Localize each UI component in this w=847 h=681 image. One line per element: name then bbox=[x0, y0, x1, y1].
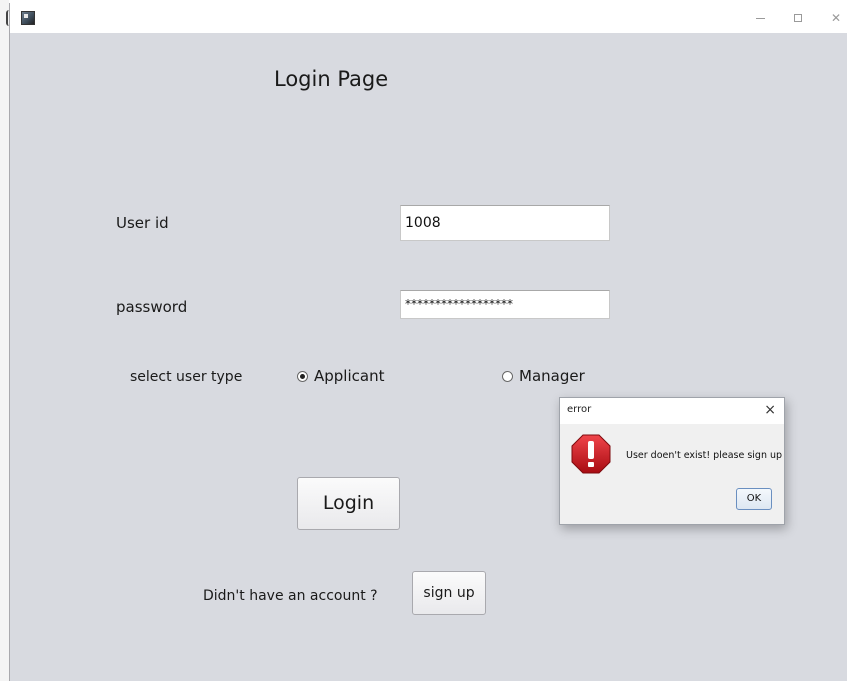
dialog-titlebar: error × bbox=[560, 398, 784, 424]
login-window: ✕ Login Page User id 1008 password *****… bbox=[9, 3, 847, 681]
password-label: password bbox=[116, 298, 188, 316]
dialog-close-icon[interactable]: × bbox=[764, 401, 776, 419]
maximize-icon[interactable] bbox=[790, 10, 806, 26]
radio-unselected-icon[interactable] bbox=[502, 370, 513, 382]
minimize-icon[interactable] bbox=[752, 10, 768, 26]
ok-button[interactable]: OK bbox=[736, 488, 772, 510]
java-app-icon[interactable] bbox=[21, 11, 35, 25]
radio-selected-icon[interactable] bbox=[297, 370, 308, 382]
radio-manager[interactable]: Manager bbox=[502, 367, 585, 385]
page-title: Login Page bbox=[274, 67, 389, 91]
sign-up-button[interactable]: sign up bbox=[412, 571, 486, 615]
dialog-title: error bbox=[567, 404, 592, 415]
close-icon[interactable]: ✕ bbox=[828, 10, 844, 26]
background-window-edge bbox=[0, 0, 9, 681]
radio-applicant[interactable]: Applicant bbox=[297, 367, 384, 385]
user-id-input[interactable]: 1008 bbox=[400, 205, 610, 241]
window-titlebar: ✕ bbox=[10, 3, 847, 33]
user-type-label: select user type bbox=[130, 369, 243, 385]
error-icon bbox=[571, 434, 611, 474]
error-dialog: error × User doen't exist! please sign u… bbox=[559, 397, 785, 525]
dialog-message: User doen't exist! please sign up bbox=[626, 450, 783, 461]
no-account-text: Didn't have an account ? bbox=[203, 588, 378, 604]
radio-applicant-label: Applicant bbox=[314, 367, 385, 385]
login-button[interactable]: Login bbox=[297, 477, 400, 530]
radio-manager-label: Manager bbox=[519, 367, 585, 385]
password-input[interactable]: ****************** bbox=[400, 290, 610, 319]
user-id-label: User id bbox=[116, 214, 169, 232]
